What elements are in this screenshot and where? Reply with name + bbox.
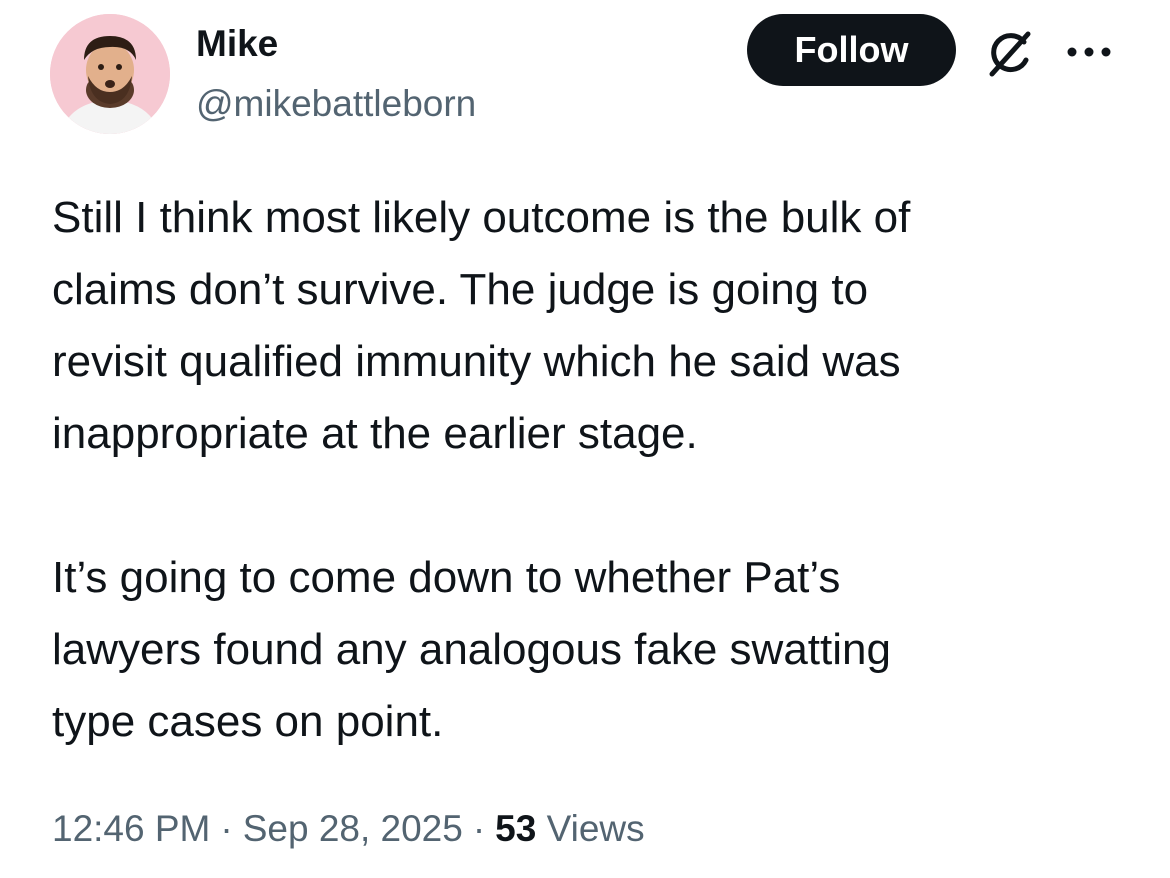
avatar[interactable] bbox=[50, 14, 170, 134]
user-handle[interactable]: @mikebattleborn bbox=[196, 82, 476, 126]
tweet-paragraph: Still I think most likely outcome is the… bbox=[52, 193, 911, 458]
meta-separator: · bbox=[220, 808, 233, 849]
tweet-paragraph: It’s going to come down to whether Pat’s… bbox=[52, 553, 891, 746]
tweet-date[interactable]: Sep 28, 2025 bbox=[243, 808, 463, 849]
display-name[interactable]: Mike bbox=[196, 22, 278, 66]
meta-separator: · bbox=[472, 808, 486, 849]
tweet-meta: 12:46 PM · Sep 28, 2025 · 53 Views bbox=[52, 806, 645, 852]
views-label: Views bbox=[546, 808, 645, 849]
more-options-icon[interactable] bbox=[1064, 42, 1114, 62]
views-count[interactable]: 53 bbox=[495, 808, 536, 849]
grok-icon[interactable] bbox=[980, 24, 1040, 84]
tweet-card: Mike @mikebattleborn Follow Still I thin… bbox=[0, 0, 1170, 878]
profile-photo bbox=[50, 14, 170, 134]
tweet-time[interactable]: 12:46 PM bbox=[52, 808, 210, 849]
follow-button[interactable]: Follow bbox=[747, 14, 956, 86]
tweet-text: Still I think most likely outcome is the… bbox=[52, 182, 1142, 758]
